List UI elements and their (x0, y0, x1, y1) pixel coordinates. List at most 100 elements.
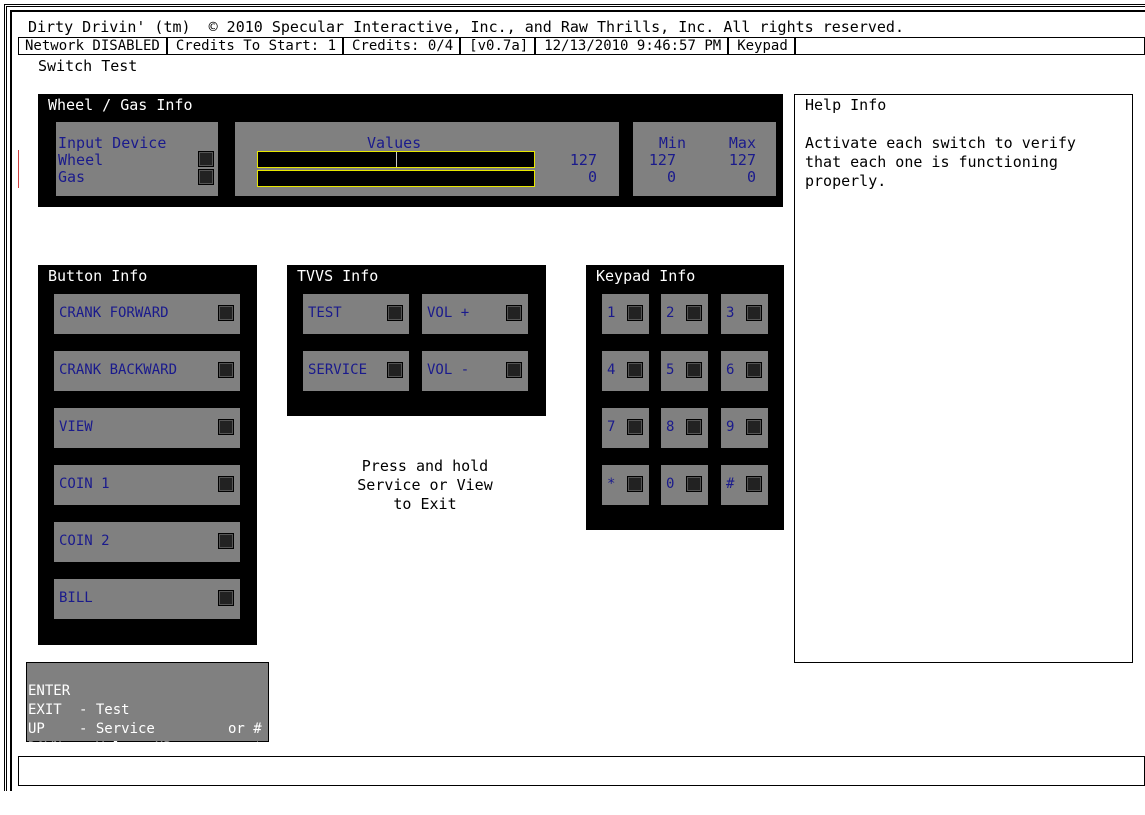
status-input-mode: Keypad (729, 38, 796, 54)
input-device-header: Input Device (58, 134, 167, 152)
keypad-key-label: 8 (666, 419, 675, 435)
tvvs-vol-up-indicator (506, 305, 522, 321)
wheel-value: 127 (569, 151, 597, 169)
tvvs-info-title: TVVS Info (297, 267, 379, 285)
coin-1-button[interactable]: COIN 1 (54, 465, 240, 505)
keypad-key-indicator (627, 305, 643, 321)
key-help-action: - Service (79, 721, 155, 737)
tvvs-test-indicator (387, 305, 403, 321)
keypad-key-label: 4 (607, 362, 616, 378)
values-header: Values (367, 134, 422, 152)
frame-line-left (10, 10, 12, 791)
min-header: Min (658, 134, 686, 152)
status-version: [v0.7a] (461, 38, 537, 54)
keypad-key-button[interactable]: # (721, 465, 768, 505)
crank-forward-label: CRANK FORWARD (59, 305, 169, 321)
keypad-key-indicator (686, 305, 702, 321)
keypad-key-button[interactable]: 8 (661, 408, 708, 448)
coin-2-label: COIN 2 (59, 533, 110, 549)
keypad-key-button[interactable]: 7 (602, 408, 649, 448)
gas-max: 0 (746, 168, 756, 186)
keypad-key-label: 0 (666, 476, 675, 492)
button-info-panel: Button Info CRANK FORWARD CRANK BACKWARD… (38, 265, 257, 645)
red-marker (18, 150, 19, 188)
key-help-row: DOWN - Volume DOWN or 0 (28, 720, 262, 794)
coin-1-indicator (218, 476, 234, 492)
keypad-key-button[interactable]: 9 (721, 408, 768, 448)
keypad-key-label: * (607, 476, 616, 492)
keypad-key-button[interactable]: 2 (661, 294, 708, 334)
view-button[interactable]: VIEW (54, 408, 240, 448)
status-datetime: 12/13/2010 9:46:57 PM (536, 38, 730, 54)
tvvs-service-button[interactable]: SERVICE (303, 351, 409, 391)
keypad-key-label: 7 (607, 419, 616, 435)
wheel-max: 127 (728, 151, 756, 169)
keypad-key-button[interactable]: * (602, 465, 649, 505)
gas-label: Gas (58, 168, 86, 186)
tvvs-vol-down-button[interactable]: VOL - (422, 351, 528, 391)
keypad-key-label: 6 (726, 362, 735, 378)
keypad-key-button[interactable]: 1 (602, 294, 649, 334)
tvvs-vol-up-label: VOL + (427, 305, 470, 321)
status-credits: Credits: 0/4 (344, 38, 462, 54)
keypad-key-button[interactable]: 3 (721, 294, 768, 334)
key-help-alt: or # (228, 721, 262, 737)
key-help-legend: ENTER - Test or # EXIT - Service or * UP… (26, 662, 269, 794)
bottom-message-bar (18, 756, 1145, 786)
tvvs-vol-down-label: VOL - (427, 362, 470, 378)
gas-value-bar (257, 170, 535, 187)
keypad-key-button[interactable]: 0 (661, 465, 708, 505)
keypad-key-label: 3 (726, 305, 735, 321)
help-title: Help Info (805, 96, 887, 114)
wheel-gas-panel: Wheel / Gas Info Input Device Wheel Gas … (38, 94, 783, 207)
tvvs-test-button[interactable]: TEST (303, 294, 409, 334)
keypad-key-indicator (627, 362, 643, 378)
tvvs-test-label: TEST (308, 305, 342, 321)
bill-button[interactable]: BILL (54, 579, 240, 619)
bill-indicator (218, 590, 234, 606)
max-header: Max (728, 134, 756, 152)
crank-forward-button[interactable]: CRANK FORWARD (54, 294, 240, 334)
tvvs-service-label: SERVICE (308, 362, 368, 378)
keypad-key-label: # (726, 476, 735, 492)
crank-backward-button[interactable]: CRANK BACKWARD (54, 351, 240, 391)
keypad-info-title: Keypad Info (596, 267, 696, 285)
bill-label: BILL (59, 590, 93, 606)
keypad-key-label: 9 (726, 419, 735, 435)
keypad-key-indicator (686, 476, 702, 492)
input-device-cell: Input Device Wheel Gas (56, 122, 218, 196)
coin-2-indicator (218, 533, 234, 549)
tvvs-info-panel: TVVS Info TEST VOL + SERVICE VOL - (287, 265, 546, 416)
keypad-key-label: 5 (666, 362, 675, 378)
key-help-row: EXIT - Service or * (28, 682, 262, 756)
keypad-key-button[interactable]: 4 (602, 351, 649, 391)
wheel-gas-title: Wheel / Gas Info (48, 96, 193, 114)
gas-indicator (198, 169, 214, 185)
tvvs-vol-up-button[interactable]: VOL + (422, 294, 528, 334)
status-network: Network DISABLED (19, 38, 168, 54)
wheel-level-marker (396, 152, 397, 167)
tvvs-vol-down-indicator (506, 362, 522, 378)
keypad-key-indicator (686, 362, 702, 378)
key-help-row: UP - Volume UP or 8 (28, 701, 262, 775)
help-text: Activate each switch to verify that each… (805, 134, 1076, 190)
key-help-action: - Test (79, 702, 130, 718)
crank-forward-indicator (218, 305, 234, 321)
coin-2-button[interactable]: COIN 2 (54, 522, 240, 562)
keypad-key-label: 2 (666, 305, 675, 321)
keypad-key-label: 1 (607, 305, 616, 321)
keypad-key-indicator (686, 419, 702, 435)
values-cell: Values 127 0 (235, 122, 619, 196)
screen-title: Switch Test (38, 57, 138, 75)
keypad-key-button[interactable]: 6 (721, 351, 768, 391)
key-help-row: ENTER - Test or # (28, 663, 262, 737)
wheel-value-bar (257, 151, 535, 168)
min-max-cell: Min Max 127 127 0 0 (633, 122, 776, 196)
frame-line-top (10, 10, 1145, 12)
keypad-key-indicator (627, 419, 643, 435)
crank-backward-label: CRANK BACKWARD (59, 362, 178, 378)
gas-min: 0 (666, 168, 676, 186)
keypad-key-button[interactable]: 5 (661, 351, 708, 391)
keypad-key-indicator (746, 476, 762, 492)
view-label: VIEW (59, 419, 93, 435)
